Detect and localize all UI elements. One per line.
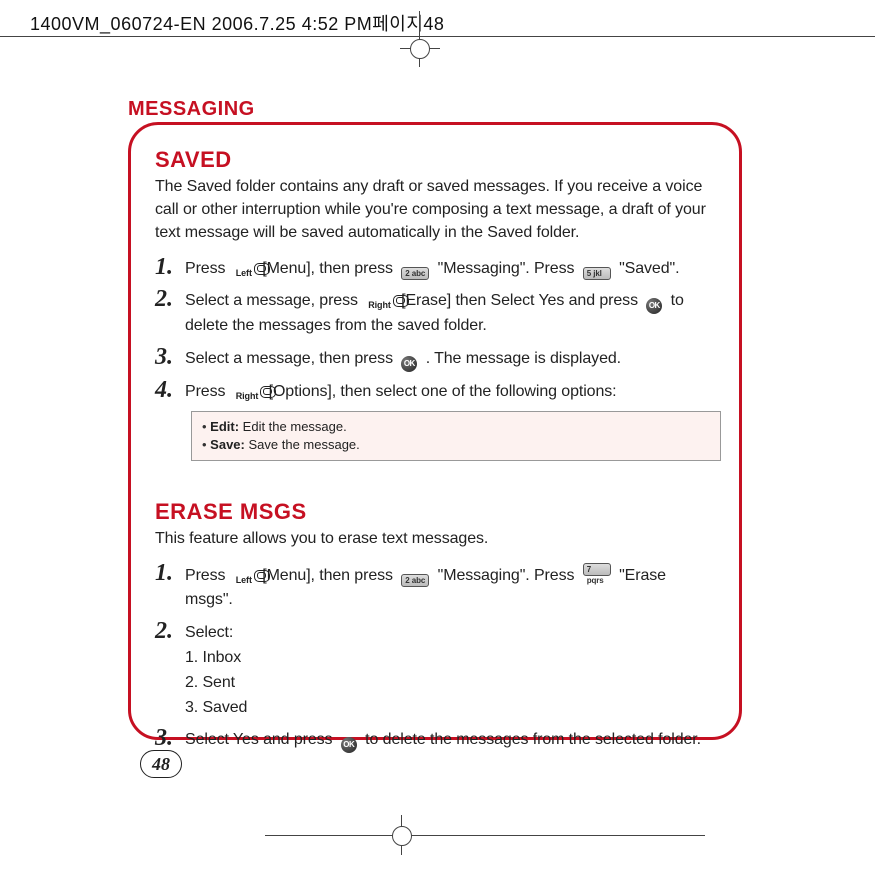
right-softkey-icon: Right xyxy=(366,292,393,308)
options-box: Edit: Edit the message. Save: Save the m… xyxy=(191,411,721,461)
option-edit: Edit: Edit the message. xyxy=(202,418,710,436)
step-number: 1. xyxy=(155,561,185,585)
step-body: Select: 1. Inbox 2. Sent 3. Saved xyxy=(185,619,715,720)
step-number: 3. xyxy=(155,726,185,750)
text: "Saved". xyxy=(619,260,679,277)
saved-step-1: 1. Press Left [Menu], then press 2 abc "… xyxy=(155,255,715,282)
crop-mark-top xyxy=(402,31,438,67)
text: [Menu], then press xyxy=(262,567,397,584)
text: Select Yes and press xyxy=(185,731,337,748)
ok-key-icon: OK xyxy=(341,737,357,753)
step-number: 4. xyxy=(155,378,185,402)
text: . The message is displayed. xyxy=(426,350,621,367)
text: Press xyxy=(185,567,230,584)
page-number: 48 xyxy=(140,750,182,778)
saved-heading: SAVED xyxy=(155,147,715,173)
text: [Options], then select one of the follow… xyxy=(269,383,617,400)
saved-step-4: 4. Press Right [Options], then select on… xyxy=(155,378,715,405)
text: Select: xyxy=(185,624,233,641)
select-list: 1. Inbox 2. Sent 3. Saved xyxy=(185,646,715,720)
saved-step-3: 3. Select a message, then press OK . The… xyxy=(155,345,715,372)
step-body: Select Yes and press OK to delete the me… xyxy=(185,726,715,753)
key-2-icon: 2 abc xyxy=(401,574,429,587)
ok-key-icon: OK xyxy=(401,356,417,372)
key-7-icon: 7 pqrs xyxy=(583,563,611,576)
key-5-icon: 5 jkl xyxy=(583,267,611,280)
text: to delete the messages from the selected… xyxy=(365,731,701,748)
section-title: MESSAGING xyxy=(128,98,255,121)
step-body: Select a message, press Right [Erase] th… xyxy=(185,287,715,339)
text: Press xyxy=(185,260,230,277)
text: "Messaging". Press xyxy=(438,260,579,277)
key-2-icon: 2 abc xyxy=(401,267,429,280)
step-number: 1. xyxy=(155,255,185,279)
step-number: 2. xyxy=(155,619,185,643)
step-body: Press Left [Menu], then press 2 abc "Mes… xyxy=(185,561,715,614)
list-item: 2. Sent xyxy=(185,671,715,696)
erase-intro: This feature allows you to erase text me… xyxy=(155,527,715,550)
erase-step-2: 2. Select: 1. Inbox 2. Sent 3. Saved xyxy=(155,619,715,720)
step-body: Select a message, then press OK . The me… xyxy=(185,345,715,372)
erase-heading: ERASE MSGS xyxy=(155,499,715,525)
erase-step-3: 3. Select Yes and press OK to delete the… xyxy=(155,726,715,753)
list-item: 1. Inbox xyxy=(185,646,715,671)
text: Select a message, press xyxy=(185,292,362,309)
step-number: 2. xyxy=(155,287,185,311)
left-softkey-icon: Left xyxy=(234,260,254,276)
document-header: 1400VM_060724-EN 2006.7.25 4:52 PM페이지48 xyxy=(30,10,444,36)
text: [Menu], then press xyxy=(262,260,397,277)
list-item: 3. Saved xyxy=(185,696,715,721)
page: 1400VM_060724-EN 2006.7.25 4:52 PM페이지48 … xyxy=(0,0,875,875)
saved-step-2: 2. Select a message, press Right [Erase]… xyxy=(155,287,715,339)
text: "Messaging". Press xyxy=(438,567,579,584)
right-softkey-icon: Right xyxy=(234,383,261,399)
ok-key-icon: OK xyxy=(646,298,662,314)
content-panel: SAVED The Saved folder contains any draf… xyxy=(128,122,742,740)
option-save: Save: Save the message. xyxy=(202,436,710,454)
step-body: Press Right [Options], then select one o… xyxy=(185,378,715,405)
step-body: Press Left [Menu], then press 2 abc "Mes… xyxy=(185,255,715,282)
saved-intro: The Saved folder contains any draft or s… xyxy=(155,175,715,245)
text: Press xyxy=(185,383,230,400)
erase-step-1: 1. Press Left [Menu], then press 2 abc "… xyxy=(155,561,715,614)
text: Select a message, then press xyxy=(185,350,397,367)
step-number: 3. xyxy=(155,345,185,369)
text: [Erase] then Select Yes and press xyxy=(401,292,642,309)
left-softkey-icon: Left xyxy=(234,567,254,583)
